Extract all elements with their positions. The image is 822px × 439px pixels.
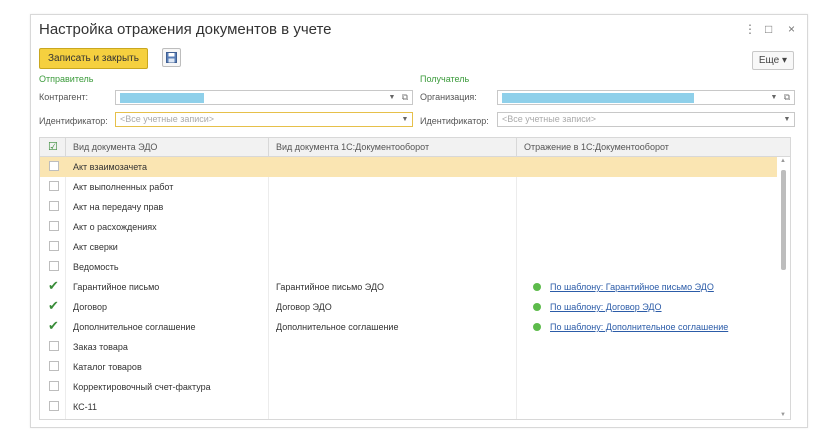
document-types-table: ☑ Вид документа ЭДО Вид документа 1С:Док… — [39, 137, 791, 420]
window-menu-icon[interactable]: ⋮ — [744, 22, 756, 36]
cell-edo-type: Акт сверки — [73, 242, 118, 252]
counterparty-dropdown-icon[interactable]: ▼ — [386, 91, 398, 104]
row-checkbox[interactable] — [49, 341, 59, 351]
cell-doc1c-type: Договор ЭДО — [276, 302, 332, 312]
counterparty-open-icon[interactable]: ⧉ — [399, 91, 411, 104]
save-button[interactable] — [162, 48, 181, 67]
cell-edo-type: Дополнительное соглашение — [73, 322, 196, 332]
cell-doc1c-type: Гарантийное письмо ЭДО — [276, 282, 385, 292]
reflection-template-link[interactable]: По шаблону: Договор ЭДО — [550, 297, 662, 317]
cell-edo-type: Корректировочный счет-фактура — [73, 382, 211, 392]
sender-identifier-placeholder: <Все учетные записи> — [120, 114, 215, 124]
cell-edo-type: Акт о расхождениях — [73, 222, 157, 232]
sender-identifier-dropdown-icon[interactable]: ▼ — [399, 113, 411, 126]
table-row[interactable]: Акт о расхождениях — [40, 217, 777, 237]
table-row[interactable]: КС-11 — [40, 397, 777, 417]
cell-edo-type: Акт взаимозачета — [73, 162, 147, 172]
table-row[interactable]: Ведомость — [40, 257, 777, 277]
cell-edo-type: КС-11 — [73, 402, 97, 412]
reflection-template-link[interactable]: По шаблону: Гарантийное письмо ЭДО — [550, 277, 714, 297]
checkmark-icon[interactable]: ✔ — [48, 277, 59, 295]
sender-section-label: Отправитель — [39, 74, 94, 84]
column-header-doc1c[interactable]: Вид документа 1С:Документооборот — [276, 138, 429, 156]
recipient-identifier-placeholder: <Все учетные записи> — [502, 114, 597, 124]
table-row[interactable]: Корректировочный счет-фактура — [40, 377, 777, 397]
cell-edo-type: Акт на передачу прав — [73, 202, 164, 212]
checkmark-icon[interactable]: ✔ — [48, 297, 59, 315]
counterparty-value — [120, 93, 204, 103]
row-checkbox[interactable] — [49, 381, 59, 391]
table-scrollbar[interactable]: ▲ ▼ — [777, 157, 789, 419]
status-dot-icon — [533, 303, 541, 311]
table-row[interactable]: Акт на передачу прав — [40, 197, 777, 217]
row-checkbox[interactable] — [49, 361, 59, 371]
counterparty-label: Контрагент: — [39, 92, 89, 102]
cell-edo-type: Ведомость — [73, 262, 119, 272]
cell-edo-type: Гарантийное письмо — [73, 282, 160, 292]
row-checkbox[interactable] — [49, 241, 59, 251]
status-dot-icon — [533, 283, 541, 291]
table-row[interactable]: Заказ товара — [40, 337, 777, 357]
reflection-template-link[interactable]: По шаблону: Дополнительное соглашение — [550, 317, 728, 337]
select-all-checkbox-icon[interactable]: ☑ — [48, 138, 58, 156]
cell-edo-type: Акт выполненных работ — [73, 182, 174, 192]
table-row[interactable]: ✔ Гарантийное письмо Гарантийное письмо ЭД… — [40, 277, 777, 297]
checkmark-icon[interactable]: ✔ — [48, 317, 59, 335]
scrollbar-thumb[interactable] — [781, 170, 786, 270]
organization-field[interactable]: ▼ ⧉ — [497, 90, 795, 105]
recipient-identifier-dropdown-icon[interactable]: ▼ — [781, 113, 793, 126]
column-header-reflection[interactable]: Отражение в 1С:Документооборот — [524, 138, 669, 156]
organization-open-icon[interactable]: ⧉ — [781, 91, 793, 104]
table-row[interactable]: ✔ Договор Договор ЭДО По шаблону: Договор Э… — [40, 297, 777, 317]
more-button[interactable]: Еще ▾ — [751, 51, 794, 70]
recipient-section-label: Получатель — [420, 74, 470, 84]
table-row[interactable]: Каталог товаров — [40, 357, 777, 377]
recipient-identifier-field[interactable]: <Все учетные записи> ▼ — [497, 112, 795, 127]
sender-identifier-field[interactable]: <Все учетные записи> ▼ — [115, 112, 413, 127]
settings-window: Настройка отражения документов в учете ⋮… — [30, 14, 808, 428]
status-dot-icon — [533, 323, 541, 331]
close-icon[interactable]: × — [788, 22, 795, 36]
table-header: ☑ Вид документа ЭДО Вид документа 1С:Док… — [40, 138, 790, 157]
table-row[interactable]: Акт взаимозачета — [40, 157, 777, 177]
column-header-edo[interactable]: Вид документа ЭДО — [73, 138, 157, 156]
cell-edo-type: Заказ товара — [73, 342, 128, 352]
row-checkbox[interactable] — [49, 261, 59, 271]
save-and-close-button[interactable]: Записать и закрыть — [39, 48, 148, 69]
row-checkbox[interactable] — [49, 401, 59, 411]
row-checkbox[interactable] — [49, 161, 59, 171]
cell-doc1c-type: Дополнительное соглашение — [276, 322, 399, 332]
table-row[interactable]: ✔ Дополнительное соглашение Дополнительное… — [40, 317, 777, 337]
scroll-up-icon[interactable]: ▲ — [780, 158, 786, 164]
recipient-identifier-label: Идентификатор: — [420, 116, 489, 126]
counterparty-field[interactable]: ▼ ⧉ — [115, 90, 413, 105]
floppy-disk-icon — [166, 52, 177, 63]
table-row[interactable]: Акт выполненных работ — [40, 177, 777, 197]
organization-value — [502, 93, 694, 103]
maximize-icon[interactable]: □ — [765, 22, 772, 36]
row-checkbox[interactable] — [49, 201, 59, 211]
row-checkbox[interactable] — [49, 221, 59, 231]
scroll-down-icon[interactable]: ▼ — [780, 412, 786, 418]
row-checkbox[interactable] — [49, 181, 59, 191]
organization-dropdown-icon[interactable]: ▼ — [768, 91, 780, 104]
cell-edo-type: Каталог товаров — [73, 362, 142, 372]
table-row[interactable]: Акт сверки — [40, 237, 777, 257]
window-title: Настройка отражения документов в учете — [39, 21, 332, 38]
organization-label: Организация: — [420, 92, 477, 102]
sender-identifier-label: Идентификатор: — [39, 116, 108, 126]
cell-edo-type: Договор — [73, 302, 107, 312]
